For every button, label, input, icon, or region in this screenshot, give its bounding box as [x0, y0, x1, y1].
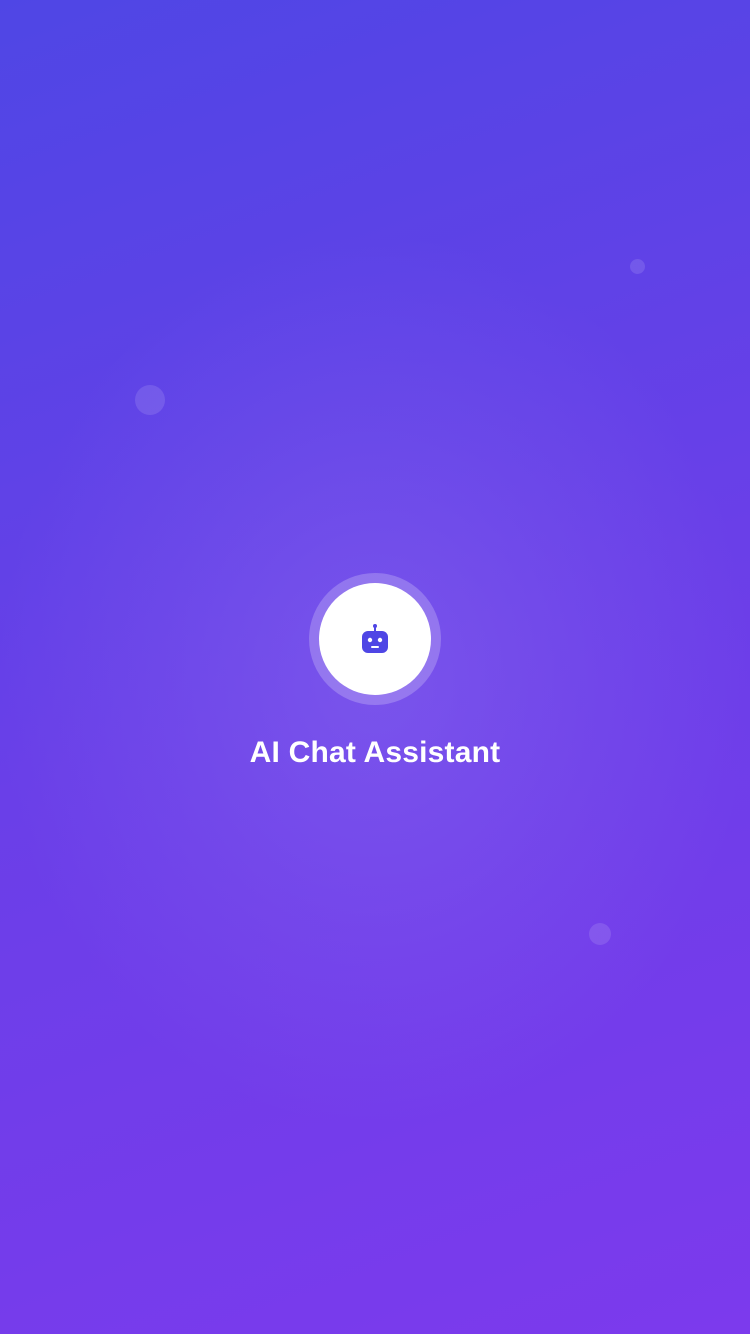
decorative-bubble: [589, 923, 611, 945]
app-title: AI Chat Assistant: [249, 736, 501, 769]
app-logo: [319, 583, 431, 695]
splash-screen: AI Chat Assistant: [0, 0, 750, 1334]
decorative-bubble: [135, 385, 165, 415]
decorative-bubble: [630, 259, 645, 274]
robot-icon: [362, 624, 388, 653]
